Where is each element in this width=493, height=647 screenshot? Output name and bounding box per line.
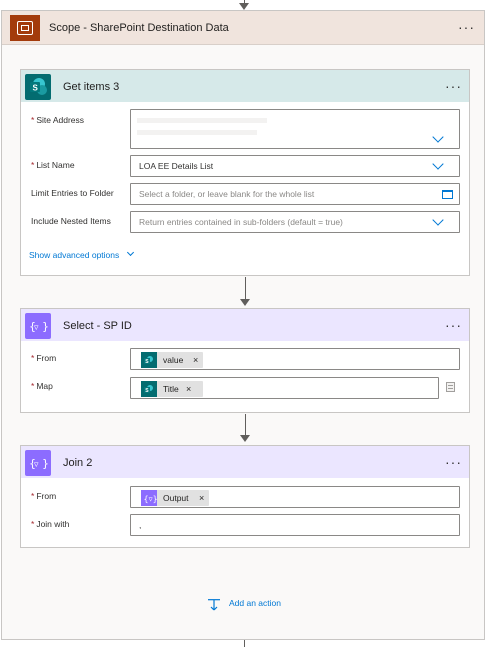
join-with-value: , xyxy=(139,520,142,530)
select-title: Select - SP ID xyxy=(63,320,132,332)
site-address-label: * Site Address xyxy=(31,115,85,125)
show-advanced-options-label: Show advanced options xyxy=(29,250,120,260)
limit-folder-label: Limit Entries to Folder xyxy=(31,188,114,198)
get-items-card: S Get items 3 ··· * Site Address * List Na… xyxy=(20,69,470,276)
join-title: Join 2 xyxy=(63,457,93,469)
limit-folder-input[interactable]: Select a folder, or leave blank for the … xyxy=(130,183,460,205)
bottom-connector-line xyxy=(244,640,245,647)
site-address-dropdown[interactable] xyxy=(130,109,460,149)
join-more-options-icon[interactable]: ··· xyxy=(445,455,462,469)
scope-icon xyxy=(10,15,40,41)
data-operation-icon: { ▿ } xyxy=(25,450,51,476)
select-from-token-label: value xyxy=(163,355,184,365)
list-name-value: LOA EE Details List xyxy=(139,161,214,171)
select-card: { ▿ } Select - SP ID ··· * From S value × xyxy=(20,308,470,413)
svg-text:}: } xyxy=(42,320,49,333)
nested-items-dropdown[interactable]: Return entries contained in sub-folders … xyxy=(130,211,460,233)
top-connector-arrow xyxy=(239,3,249,10)
advanced-chevron-down-icon xyxy=(126,248,134,257)
get-items-header[interactable]: S Get items 3 ··· xyxy=(21,70,469,102)
data-operation-icon: {▿} xyxy=(141,490,158,506)
nested-items-placeholder: Return entries contained in sub-folders … xyxy=(139,217,343,227)
site-address-redacted xyxy=(137,118,267,123)
select-more-options-icon[interactable]: ··· xyxy=(445,318,462,332)
data-operation-icon: { ▿ } xyxy=(25,313,51,339)
add-action-icon xyxy=(207,598,221,611)
svg-text:▿: ▿ xyxy=(34,460,39,470)
join-from-input[interactable]: {▿} Output × xyxy=(130,486,460,508)
list-name-dropdown[interactable]: LOA EE Details List xyxy=(130,155,460,177)
select-map-label: * Map xyxy=(31,381,53,391)
sharepoint-icon: S xyxy=(141,381,157,397)
add-action-label: Add an action xyxy=(229,598,281,608)
select-from-label: * From xyxy=(31,353,57,363)
select-from-token[interactable]: S value × xyxy=(141,352,203,368)
show-advanced-options-link[interactable]: Show advanced options xyxy=(29,248,134,260)
join-card: { ▿ } Join 2 ··· * From {▿} Output × * Joi xyxy=(20,445,470,548)
join-header[interactable]: { ▿ } Join 2 ··· xyxy=(21,446,469,478)
join-with-label: * Join with xyxy=(31,519,70,529)
connector-arrow-2 xyxy=(240,435,250,442)
join-from-token-label: Output xyxy=(163,493,189,503)
list-name-chevron-down-icon[interactable] xyxy=(432,158,444,170)
select-from-remove-icon[interactable]: × xyxy=(193,352,198,368)
limit-folder-placeholder: Select a folder, or leave blank for the … xyxy=(139,189,315,199)
svg-text:{▿}: {▿} xyxy=(144,495,158,504)
folder-icon[interactable] xyxy=(442,190,453,199)
join-from-remove-icon[interactable]: × xyxy=(199,490,204,506)
join-with-input[interactable]: , xyxy=(130,514,460,536)
select-map-input[interactable]: S Title × xyxy=(130,377,439,399)
switch-map-mode-icon[interactable] xyxy=(446,382,455,392)
get-items-more-options-icon[interactable]: ··· xyxy=(445,79,462,93)
sharepoint-icon: S xyxy=(25,74,51,100)
scope-container: Scope - SharePoint Destination Data ··· … xyxy=(1,10,485,640)
scope-title: Scope - SharePoint Destination Data xyxy=(49,22,229,34)
svg-text:▿: ▿ xyxy=(34,323,39,333)
select-header[interactable]: { ▿ } Select - SP ID ··· xyxy=(21,309,469,341)
join-from-label: * From xyxy=(31,491,57,501)
add-action-button[interactable]: Add an action xyxy=(207,597,297,611)
svg-text:}: } xyxy=(42,457,49,470)
site-address-redacted-2 xyxy=(137,130,257,135)
sharepoint-icon: S xyxy=(141,352,157,368)
scope-header[interactable]: Scope - SharePoint Destination Data ··· xyxy=(2,11,484,45)
select-map-remove-icon[interactable]: × xyxy=(186,381,191,397)
scope-more-options-icon[interactable]: ··· xyxy=(458,20,475,34)
nested-items-label: Include Nested Items xyxy=(31,216,111,226)
nested-items-chevron-down-icon[interactable] xyxy=(432,214,444,226)
select-from-input[interactable]: S value × xyxy=(130,348,460,370)
list-name-label: * List Name xyxy=(31,160,75,170)
select-map-token[interactable]: S Title × xyxy=(141,381,203,397)
join-from-token[interactable]: {▿} Output × xyxy=(141,490,209,506)
site-address-chevron-down-icon[interactable] xyxy=(432,131,444,143)
connector-arrow-1 xyxy=(240,299,250,306)
select-map-token-label: Title xyxy=(163,384,179,394)
svg-text:S: S xyxy=(33,84,39,93)
get-items-title: Get items 3 xyxy=(63,81,120,93)
